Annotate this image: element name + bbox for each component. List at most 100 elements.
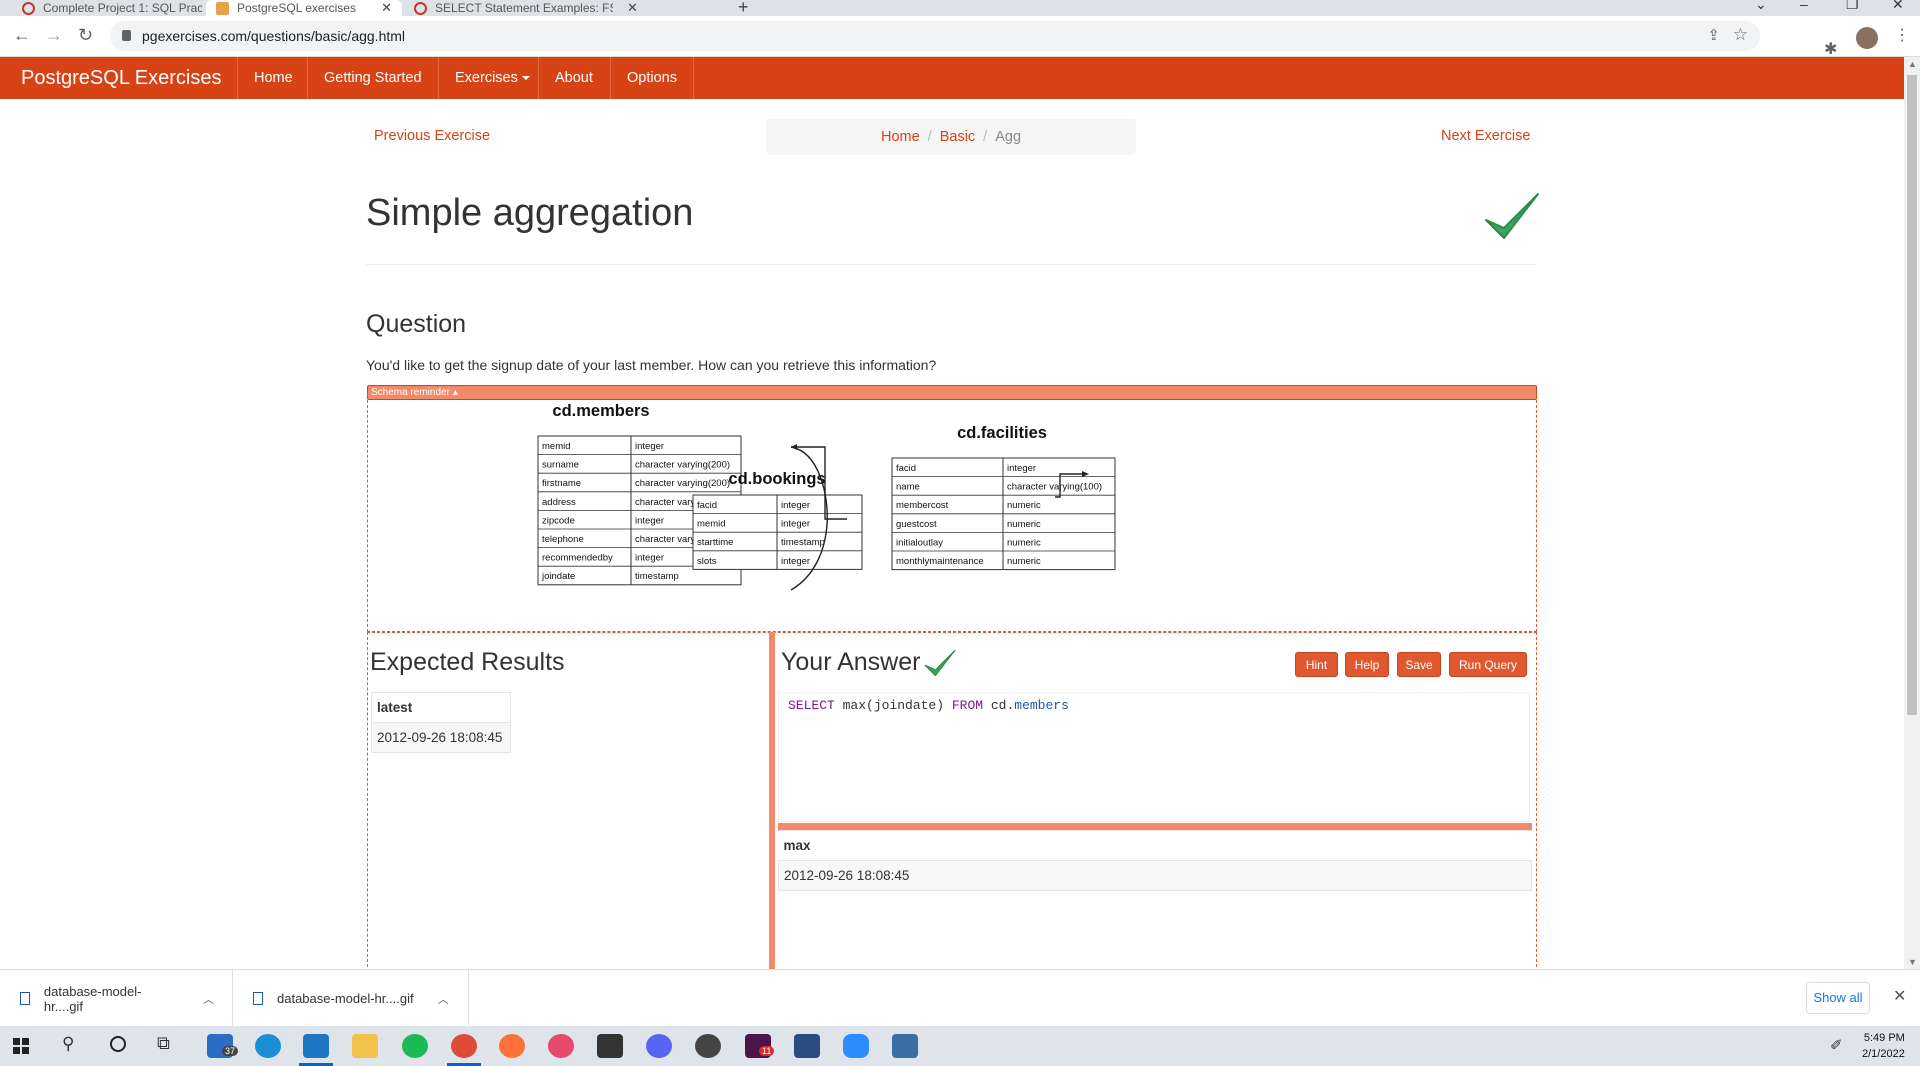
avatar[interactable] — [1856, 27, 1878, 49]
share-icon[interactable]: ⇪ — [1707, 26, 1720, 44]
edge-icon[interactable] — [255, 1034, 281, 1058]
schema-column-name: joindate — [541, 571, 575, 582]
site-brand[interactable]: PostgreSQL Exercises — [21, 67, 221, 90]
nav-getting-started[interactable]: Getting Started — [307, 57, 438, 99]
address-bar: ← → ↻ pgexercises.com/questions/basic/ag… — [0, 16, 1920, 59]
close-icon[interactable]: ✕ — [627, 0, 638, 16]
tab-favicon-icon — [22, 1, 35, 15]
schema-column-type: integer — [635, 553, 664, 564]
restore-icon[interactable]: ❐ — [1846, 0, 1859, 13]
download-item[interactable]: database-model-hr....gif ︿ — [0, 970, 233, 1027]
run-query-button[interactable]: Run Query — [1449, 652, 1527, 677]
paint-app-icon[interactable] — [548, 1034, 574, 1058]
browser-tab[interactable]: SELECT Statement Examples: FSW ✕ — [404, 0, 730, 16]
file-explorer-icon[interactable] — [352, 1034, 378, 1058]
mail-badge: 37 — [222, 1046, 239, 1056]
schema-column-type: integer — [635, 441, 664, 452]
chevron-up-icon[interactable]: ︿ — [203, 991, 214, 1007]
windows-start-icon[interactable] — [13, 1038, 29, 1054]
schema-column-name: firstname — [542, 478, 581, 489]
image-app-icon[interactable] — [597, 1034, 623, 1058]
extensions-icon[interactable]: ✱ — [1824, 39, 1837, 59]
schema-column-name: recommendedby — [542, 553, 613, 564]
schema-column-type: numeric — [1007, 519, 1041, 530]
page-scrollbar[interactable]: ▲ ▼ — [1904, 57, 1920, 969]
github-desktop-icon[interactable] — [695, 1034, 721, 1058]
discord-icon[interactable] — [646, 1034, 672, 1058]
schema-column-name: starttime — [697, 537, 733, 548]
pane-splitter[interactable] — [769, 632, 775, 972]
scrollbar-thumb[interactable] — [1907, 75, 1917, 715]
title-divider — [366, 264, 1537, 265]
schema-column-name: telephone — [542, 534, 584, 545]
reload-icon[interactable]: ↻ — [78, 25, 93, 46]
scroll-down-icon[interactable]: ▼ — [1908, 957, 1917, 967]
hint-button[interactable]: Hint — [1295, 652, 1338, 677]
photos-icon[interactable] — [892, 1034, 918, 1058]
answer-correct-check-icon — [924, 649, 956, 677]
bookmark-star-icon[interactable]: ☆ — [1733, 25, 1748, 45]
breadcrumb-basic[interactable]: Basic — [940, 129, 975, 145]
browser-tab-active[interactable]: PostgreSQL exercises ✕ — [206, 0, 402, 16]
url-field[interactable]: pgexercises.com/questions/basic/agg.html… — [110, 21, 1760, 51]
back-icon[interactable]: ← — [13, 25, 31, 46]
search-icon[interactable]: ⚲ — [62, 1034, 74, 1054]
breadcrumb-home[interactable]: Home — [881, 129, 920, 145]
pen-icon[interactable]: ✐ — [1830, 1036, 1843, 1054]
spotify-icon[interactable] — [402, 1034, 428, 1058]
schema-column-name: zipcode — [542, 515, 575, 526]
system-clock[interactable]: 5:49 PM 2/1/2022 — [1862, 1030, 1905, 1062]
schema-column-type: timestamp — [635, 571, 679, 582]
sql-editor[interactable]: SELECT max(joindate) FROM cd.members — [778, 692, 1530, 822]
nav-options[interactable]: Options — [610, 57, 694, 99]
chrome-icon[interactable] — [451, 1034, 477, 1058]
cortana-icon[interactable] — [110, 1036, 126, 1052]
close-icon[interactable]: ✕ — [381, 0, 392, 16]
close-icon[interactable]: ✕ — [1893, 986, 1906, 1006]
schema-column-type: integer — [1007, 463, 1036, 474]
nav-exercises-dropdown[interactable]: Exercises — [438, 57, 546, 99]
zoom-icon[interactable] — [843, 1034, 869, 1058]
schema-table-title: cd.bookings — [728, 470, 825, 488]
vscode-icon[interactable] — [303, 1034, 329, 1058]
show-all-downloads-button[interactable]: Show all — [1806, 982, 1870, 1014]
help-button[interactable]: Help — [1345, 652, 1389, 677]
previous-exercise-link[interactable]: Previous Exercise — [374, 128, 490, 144]
schema-column-type: timestamp — [781, 537, 825, 548]
schema-diagram: cd.members memid integer surname character v… — [537, 402, 1116, 591]
nav-label: Exercises — [455, 70, 518, 86]
firefox-icon[interactable] — [499, 1034, 525, 1058]
close-window-icon[interactable]: ✕ — [1892, 0, 1904, 13]
download-item[interactable]: database-model-hr....gif ︿ — [233, 970, 469, 1027]
schema-reminder-toggle[interactable]: Schema reminder ▴ — [367, 385, 1537, 400]
minimize-icon[interactable]: – — [1800, 0, 1808, 12]
your-answer-heading: Your Answer — [781, 648, 921, 676]
schema-column-type: integer — [781, 519, 810, 530]
lock-icon — [122, 30, 131, 41]
download-filename: database-model-hr....gif — [277, 991, 414, 1006]
schema-column-type: character varying(200) — [635, 460, 730, 471]
expected-results-table: latest 2012-09-26 18:08:45 — [371, 692, 511, 753]
chevron-up-icon[interactable]: ︿ — [438, 991, 449, 1007]
nav-about[interactable]: About — [538, 57, 609, 99]
arrow-head-icon — [791, 444, 797, 450]
scroll-up-icon[interactable]: ▲ — [1908, 59, 1917, 69]
menu-kebab-icon[interactable]: ⋮ — [1894, 25, 1910, 45]
chevron-down-icon[interactable]: ⌄ — [1755, 0, 1767, 13]
schema-column-name: slots — [697, 556, 717, 567]
downloads-bar: database-model-hr....gif ︿ database-mode… — [0, 969, 1920, 1027]
nav-home[interactable]: Home — [237, 57, 309, 99]
browser-tab[interactable]: Complete Project 1: SQL Practice ✕ — [12, 0, 202, 16]
save-button[interactable]: Save — [1397, 652, 1441, 677]
url-text: pgexercises.com/questions/basic/agg.html — [142, 28, 406, 44]
schema-table-title: cd.facilities — [957, 424, 1047, 442]
task-view-icon[interactable]: ⧉ — [157, 1033, 170, 1054]
schema-column-type: numeric — [1007, 556, 1041, 567]
sql-code: SELECT max(joindate) FROM cd.members — [788, 698, 1069, 713]
forward-icon[interactable]: → — [45, 25, 63, 46]
database-app-icon[interactable] — [794, 1034, 820, 1058]
nav-label: Getting Started — [324, 70, 422, 86]
next-exercise-link[interactable]: Next Exercise — [1441, 128, 1530, 144]
schema-column-name: memid — [542, 441, 571, 452]
clock-time: 5:49 PM — [1863, 1032, 1905, 1044]
